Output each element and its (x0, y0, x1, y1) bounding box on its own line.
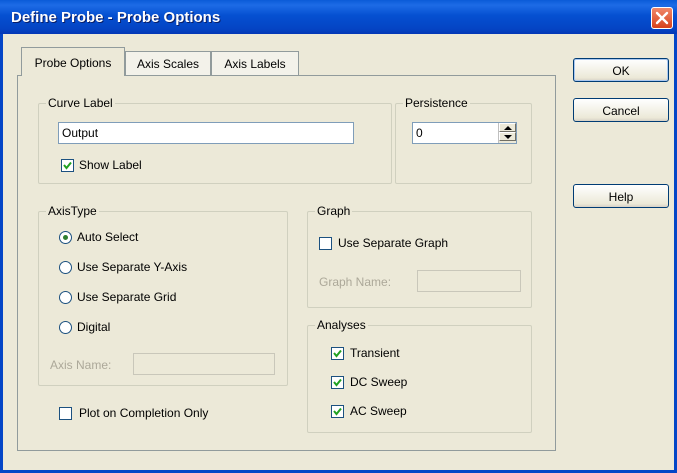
auto-select-label[interactable]: Auto Select (77, 230, 138, 244)
transient-label[interactable]: Transient (350, 346, 400, 360)
show-label-label[interactable]: Show Label (79, 158, 142, 172)
plot-on-completion-label[interactable]: Plot on Completion Only (79, 406, 208, 420)
graph-group: Graph Use Separate Graph Graph Name: (307, 204, 532, 308)
spin-down-button[interactable] (499, 132, 516, 141)
graph-legend: Graph (315, 204, 353, 218)
axis-type-group: AxisType Auto Select Use Separate Y-Axis… (38, 204, 288, 386)
checkmark-icon (333, 407, 342, 416)
title-bar[interactable]: Define Probe - Probe Options (0, 0, 677, 34)
checkmark-icon (333, 349, 342, 358)
persistence-group: Persistence 0 (395, 96, 532, 184)
checkmark-icon (333, 378, 342, 387)
dc-sweep-checkbox[interactable] (331, 376, 344, 389)
ac-sweep-label[interactable]: AC Sweep (350, 404, 407, 418)
use-separate-graph-label[interactable]: Use Separate Graph (338, 236, 448, 250)
close-button[interactable] (651, 7, 673, 29)
curve-label-legend: Curve Label (46, 96, 115, 110)
digital-label[interactable]: Digital (77, 320, 110, 334)
axis-name-label: Axis Name: (50, 358, 112, 372)
use-separate-y-axis-label[interactable]: Use Separate Y-Axis (77, 260, 187, 274)
transient-checkbox[interactable] (331, 347, 344, 360)
radio-auto-select[interactable] (59, 231, 72, 244)
checkmark-icon (63, 161, 72, 170)
radio-digital[interactable] (59, 321, 72, 334)
help-button[interactable]: Help (573, 184, 669, 208)
radio-selected-dot (63, 235, 68, 240)
spin-up-button[interactable] (499, 123, 516, 132)
use-separate-grid-label[interactable]: Use Separate Grid (77, 290, 176, 304)
ac-sweep-checkbox[interactable] (331, 405, 344, 418)
radio-use-separate-grid[interactable] (59, 291, 72, 304)
tab-axis-scales[interactable]: Axis Scales (125, 51, 211, 75)
graph-name-label: Graph Name: (319, 275, 392, 289)
tab-probe-options[interactable]: Probe Options (21, 47, 125, 76)
close-icon (655, 11, 669, 25)
tab-label: Axis Labels (224, 57, 286, 71)
ok-button[interactable]: OK (573, 58, 669, 82)
plot-on-completion-checkbox[interactable] (59, 407, 72, 420)
dc-sweep-label[interactable]: DC Sweep (350, 375, 407, 389)
tab-label: Probe Options (34, 56, 112, 70)
persistence-spinner[interactable] (498, 123, 516, 143)
window-title: Define Probe - Probe Options (11, 9, 221, 26)
persistence-legend: Persistence (403, 96, 470, 110)
arrow-up-icon (504, 126, 512, 130)
window-border-left (0, 34, 3, 473)
analyses-legend: Analyses (315, 318, 368, 332)
axis-name-input (133, 353, 275, 375)
use-separate-graph-checkbox[interactable] (319, 237, 332, 250)
define-probe-dialog: Define Probe - Probe Options Probe Optio… (0, 0, 677, 473)
tab-panel: Curve Label Output Show Label Persistenc… (17, 75, 556, 451)
tab-axis-labels[interactable]: Axis Labels (211, 51, 299, 75)
axis-type-legend: AxisType (46, 204, 99, 218)
show-label-checkbox[interactable] (61, 159, 74, 172)
analyses-group: Analyses Transient DC Sweep AC Sweep (307, 318, 532, 433)
graph-name-input (417, 270, 521, 292)
cancel-button[interactable]: Cancel (573, 98, 669, 122)
curve-label-input[interactable]: Output (58, 122, 354, 144)
arrow-down-icon (504, 135, 512, 139)
radio-use-separate-y-axis[interactable] (59, 261, 72, 274)
tab-label: Axis Scales (136, 57, 200, 71)
curve-label-group: Curve Label Output Show Label (38, 96, 392, 184)
